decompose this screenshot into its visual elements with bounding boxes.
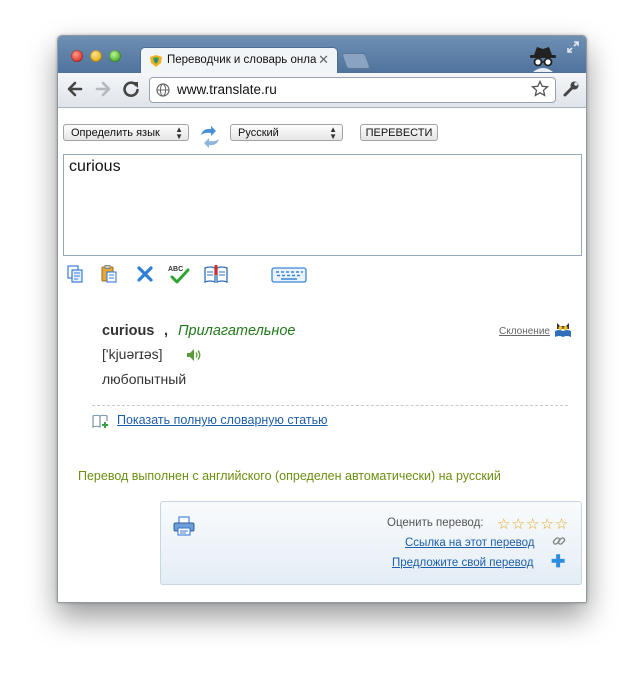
browser-toolbar: www.translate.ru	[58, 73, 586, 108]
rating-stars[interactable]: ☆☆☆☆☆	[497, 515, 569, 533]
paste-icon[interactable]	[99, 264, 119, 284]
result-word: curious	[102, 323, 155, 339]
target-language-value: Русский	[238, 127, 279, 139]
suggest-translation-link[interactable]: Предложите свой перевод	[392, 557, 533, 569]
globe-icon	[156, 83, 170, 97]
clear-icon[interactable]	[135, 264, 155, 284]
fullscreen-icon[interactable]	[566, 40, 580, 54]
new-tab-button[interactable]	[341, 53, 371, 69]
translation-direction-note: Перевод выполнен с английского (определе…	[78, 469, 501, 483]
rating-panel: Оценить перевод: ☆☆☆☆☆ Ссылка на этот пе…	[160, 501, 582, 585]
source-language-select[interactable]: Определить язык ▲ ▼	[63, 124, 189, 141]
back-arrow-icon[interactable]	[64, 78, 86, 100]
result-comma: ,	[164, 323, 169, 339]
rate-translation-label: Оценить перевод:	[387, 517, 484, 529]
bookmark-star-icon[interactable]	[531, 80, 549, 98]
reload-icon[interactable]	[120, 78, 142, 100]
printer-icon[interactable]	[173, 516, 195, 536]
wrench-icon[interactable]	[561, 79, 581, 99]
book-plus-icon[interactable]	[92, 413, 110, 429]
zoom-window-button[interactable]	[109, 50, 121, 62]
svg-text:ABC: ABC	[168, 266, 183, 273]
title-bar: Переводчик и словарь онла ✕	[58, 36, 586, 74]
minimize-window-button[interactable]	[90, 50, 102, 62]
declension-link[interactable]: Склонение	[499, 326, 550, 337]
forward-arrow-icon[interactable]	[92, 78, 114, 100]
spellcheck-icon[interactable]: ABC	[167, 264, 191, 284]
copy-icon[interactable]	[65, 264, 85, 284]
url-text: www.translate.ru	[177, 82, 277, 97]
browser-window: Переводчик и словарь онла ✕ www.translat…	[57, 35, 587, 603]
tab-title: Переводчик и словарь онла	[167, 54, 317, 66]
owl-book-icon[interactable]	[554, 320, 572, 338]
tab-translate[interactable]: Переводчик и словарь онла ✕	[140, 47, 338, 74]
page-content: Определить язык ▲ ▼ Русский ▲ ▼ ПЕРЕВЕСТИ …	[58, 108, 586, 602]
virtual-keyboard-icon[interactable]	[271, 264, 307, 284]
link-chain-icon	[552, 537, 566, 545]
source-language-value: Определить язык	[71, 127, 160, 139]
select-arrows-icon: ▲ ▼	[329, 125, 337, 141]
translation-word: любопытный	[102, 371, 187, 387]
select-arrows-icon: ▲ ▼	[175, 125, 183, 141]
translate-button[interactable]: ПЕРЕВЕСТИ	[360, 124, 438, 141]
target-language-select[interactable]: Русский ▲ ▼	[230, 124, 343, 141]
dictionary-book-icon[interactable]	[203, 264, 229, 284]
source-text-input[interactable]: curious	[63, 154, 582, 256]
speaker-icon[interactable]	[186, 348, 202, 362]
transcription: ['kjuərɪəs]	[102, 346, 163, 362]
part-of-speech: Прилагательное	[178, 323, 296, 339]
result-divider	[92, 405, 568, 406]
incognito-icon	[530, 47, 556, 72]
promt-logo-icon	[150, 55, 162, 67]
swap-languages-icon[interactable]	[198, 125, 222, 149]
plus-icon[interactable]: ✚	[551, 553, 565, 570]
full-entry-link[interactable]: Показать полную словарную статью	[117, 413, 328, 427]
close-window-button[interactable]	[71, 50, 83, 62]
address-bar[interactable]: www.translate.ru	[149, 77, 556, 103]
permalink-link[interactable]: Ссылка на этот перевод	[405, 537, 534, 549]
tab-close-icon[interactable]: ✕	[318, 52, 329, 68]
